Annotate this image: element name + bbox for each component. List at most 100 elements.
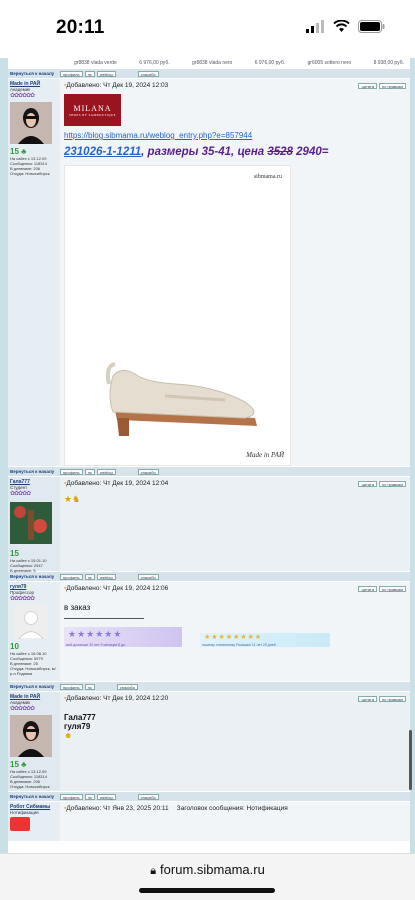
pm-button[interactable]: лс	[84, 573, 95, 580]
user-score: 10	[10, 642, 19, 651]
signature-divider	[64, 618, 144, 619]
post-header: ▪Добавлено: Чт Дек 19, 2024 12:03 цитата…	[64, 81, 406, 90]
star-icon: ★★★★★★★★	[204, 634, 263, 641]
product-line: 231026-1-1211, размеры 35-41, цена 3528 …	[64, 146, 406, 158]
profile-button[interactable]: профиль	[60, 573, 83, 580]
post-time: ▪Добавлено: Чт Дек 19, 2024 12:03	[64, 82, 168, 89]
weblog-button[interactable]: weblog	[96, 70, 116, 77]
user-score: 15 ♣	[10, 760, 58, 769]
loafer-shoe-image	[105, 362, 257, 436]
post-body: ▪Добавлено: Чт Дек 19, 2024 12:03 цитата…	[60, 79, 410, 466]
post-header: ▪Добавлено: Чт Дек 19, 2024 12:20 цитата…	[64, 694, 406, 703]
back-to-top-link[interactable]: Вернуться к началу	[8, 71, 60, 76]
post-time: ▪Добавлено: Чт Дек 19, 2024 12:04	[64, 480, 168, 487]
weblog-link[interactable]: https://blog.sibmama.ru/weblog_entry.php…	[64, 131, 406, 140]
smile-icon: ☻	[64, 731, 73, 740]
post-body: ▪Добавлено: Чт Дек 19, 2024 12:20 цитата…	[60, 692, 410, 791]
profile-button[interactable]: профиль	[60, 683, 83, 690]
thanks-button[interactable]: спасибо	[137, 573, 159, 580]
pm-button[interactable]: лс	[84, 468, 95, 475]
post-nav-row: Вернуться к началу профиль лс weblog спа…	[8, 792, 410, 802]
rank-stars: ✿✿✿✿✿✿	[10, 596, 35, 602]
status-bar: 20:11	[0, 0, 415, 58]
quote-button[interactable]: цитата	[358, 480, 377, 487]
signature-text: мой дочаньке 20 лет 9 месяцев 8 дн	[66, 643, 126, 647]
back-to-top-link[interactable]: Вернуться к началу	[8, 794, 60, 799]
wifi-icon	[333, 20, 350, 32]
status-time: 20:11	[56, 17, 105, 38]
photo-watermark: sibmama.ru	[253, 174, 282, 180]
scrollbar[interactable]	[409, 730, 412, 790]
edit-button[interactable]: по правкам	[378, 480, 406, 487]
post-nav-row: Вернуться к началу профиль лс weblog спа…	[8, 572, 410, 582]
post-time: ▪Добавлено: Чт Дек 19, 2024 12:06	[64, 585, 168, 592]
signature-banners: ★★★★★★ мой дочаньке 20 лет 9 месяцев 8 д…	[64, 627, 406, 647]
thanks-button[interactable]: спасибо	[137, 793, 159, 800]
signal-icon	[306, 20, 324, 33]
post: Made in РАЙ Академик ✿✿✿✿✿✿ 15 ♣ На сайт…	[8, 79, 410, 467]
weblog-button[interactable]: weblog	[96, 573, 116, 580]
back-to-top-link[interactable]: Вернуться к началу	[8, 684, 60, 689]
article-code-link[interactable]: 231026-1-1211	[64, 146, 141, 158]
address-field[interactable]: 🔒︎ forum.sibmama.ru	[0, 862, 415, 878]
thanks-button[interactable]: спасибо	[137, 468, 159, 475]
post-author-panel: Made in РАЙ Академик ✿✿✿✿✿✿ 15 ♣ На сайт…	[8, 692, 60, 791]
profile-button[interactable]: профиль	[60, 468, 83, 475]
thanks-button[interactable]: спасибо	[137, 70, 159, 77]
forum-thread: gr8838 vlada verde 6 976,00 руб. gr8838 …	[0, 58, 415, 853]
avatar	[14, 605, 48, 640]
previous-post-strip: gr8838 vlada verde 6 976,00 руб. gr8838 …	[8, 58, 410, 69]
shield-icon: ♣	[21, 760, 27, 769]
avatar	[10, 715, 52, 757]
post-actions: цитата по правкам	[358, 82, 406, 89]
edit-button[interactable]: по правкам	[378, 585, 406, 592]
edit-button[interactable]: по правкам	[378, 82, 406, 89]
profile-button[interactable]: профиль	[60, 70, 83, 77]
post: Гала777 Студент ✿✿✿✿✿ 15 На сайте с 15.0…	[8, 477, 410, 573]
weblog-button[interactable]: weblog	[96, 468, 116, 475]
avatar	[10, 502, 52, 544]
strip-item: gr8838 vlada verde	[74, 60, 117, 66]
quote-button[interactable]: цитата	[358, 82, 377, 89]
post-time-text: Добавлено: Чт Янв 23, 2025 20:11	[66, 805, 169, 812]
shield-icon: ♣	[21, 147, 27, 156]
user-info-line: Откуда: Новосибирск	[10, 171, 50, 176]
user-rank: Нотификация	[10, 810, 39, 815]
post: гуля79 Профессор ✿✿✿✿✿✿ 10 На сайте с 16…	[8, 582, 410, 682]
strip-item: 6 976,00 руб.	[254, 60, 286, 66]
post-body: ▪Добавлено: Чт Дек 19, 2024 12:04 цитата…	[60, 477, 410, 571]
back-to-top-link[interactable]: Вернуться к началу	[8, 574, 60, 579]
user-score-value: 15	[10, 147, 19, 156]
emoticon-icon: ★♞	[64, 494, 81, 504]
robot-avatar	[10, 817, 30, 831]
product-photo[interactable]: sibmama.ru Made in РАЙ	[64, 165, 291, 466]
user-info-line: Откуда: Новосибирск	[10, 784, 50, 789]
profile-button[interactable]: профиль	[60, 793, 83, 800]
post-subject: Заголовок сообщения: Нотификация	[176, 805, 288, 812]
back-to-top-link[interactable]: Вернуться к началу	[8, 469, 60, 474]
weblog-button[interactable]: weblog	[96, 793, 116, 800]
user-info: На сайте с 16.08.10 Сообщения: 5979 В дн…	[10, 651, 58, 676]
user-score: 15	[10, 549, 19, 558]
pm-button[interactable]: лс	[84, 793, 95, 800]
quote-button[interactable]: цитата	[358, 695, 377, 702]
edit-button[interactable]: по правкам	[378, 695, 406, 702]
post-author-panel: Гала777 Студент ✿✿✿✿✿ 15 На сайте с 15.0…	[8, 477, 60, 573]
signature-banner: ★★★★★★★★ нашему племяннику Ромашке 11 ле…	[200, 633, 330, 647]
post-author-panel: Робот Сибмамы Нотификация	[8, 802, 60, 841]
thanks-button[interactable]: спасибо	[116, 683, 139, 690]
post-actions: цитата по правкам	[358, 585, 406, 592]
strip-item: gr6005 sottero nero	[307, 60, 352, 66]
post-text: гуля79	[64, 722, 91, 731]
pm-button[interactable]: лс	[84, 70, 95, 77]
post-actions: цитата по правкам	[358, 695, 406, 702]
user-info-line: Откуда: Новосибирск, м/р-н Родники	[10, 666, 56, 676]
lock-icon: 🔒︎	[150, 865, 157, 877]
home-indicator[interactable]	[139, 888, 275, 893]
avatar	[10, 102, 52, 144]
rank-stars: ✿✿✿✿✿✿	[10, 706, 35, 712]
battery-icon	[358, 20, 385, 33]
pm-button[interactable]: лс	[84, 683, 95, 690]
user-score-value: 15	[10, 760, 19, 769]
quote-button[interactable]: цитата	[358, 585, 377, 592]
